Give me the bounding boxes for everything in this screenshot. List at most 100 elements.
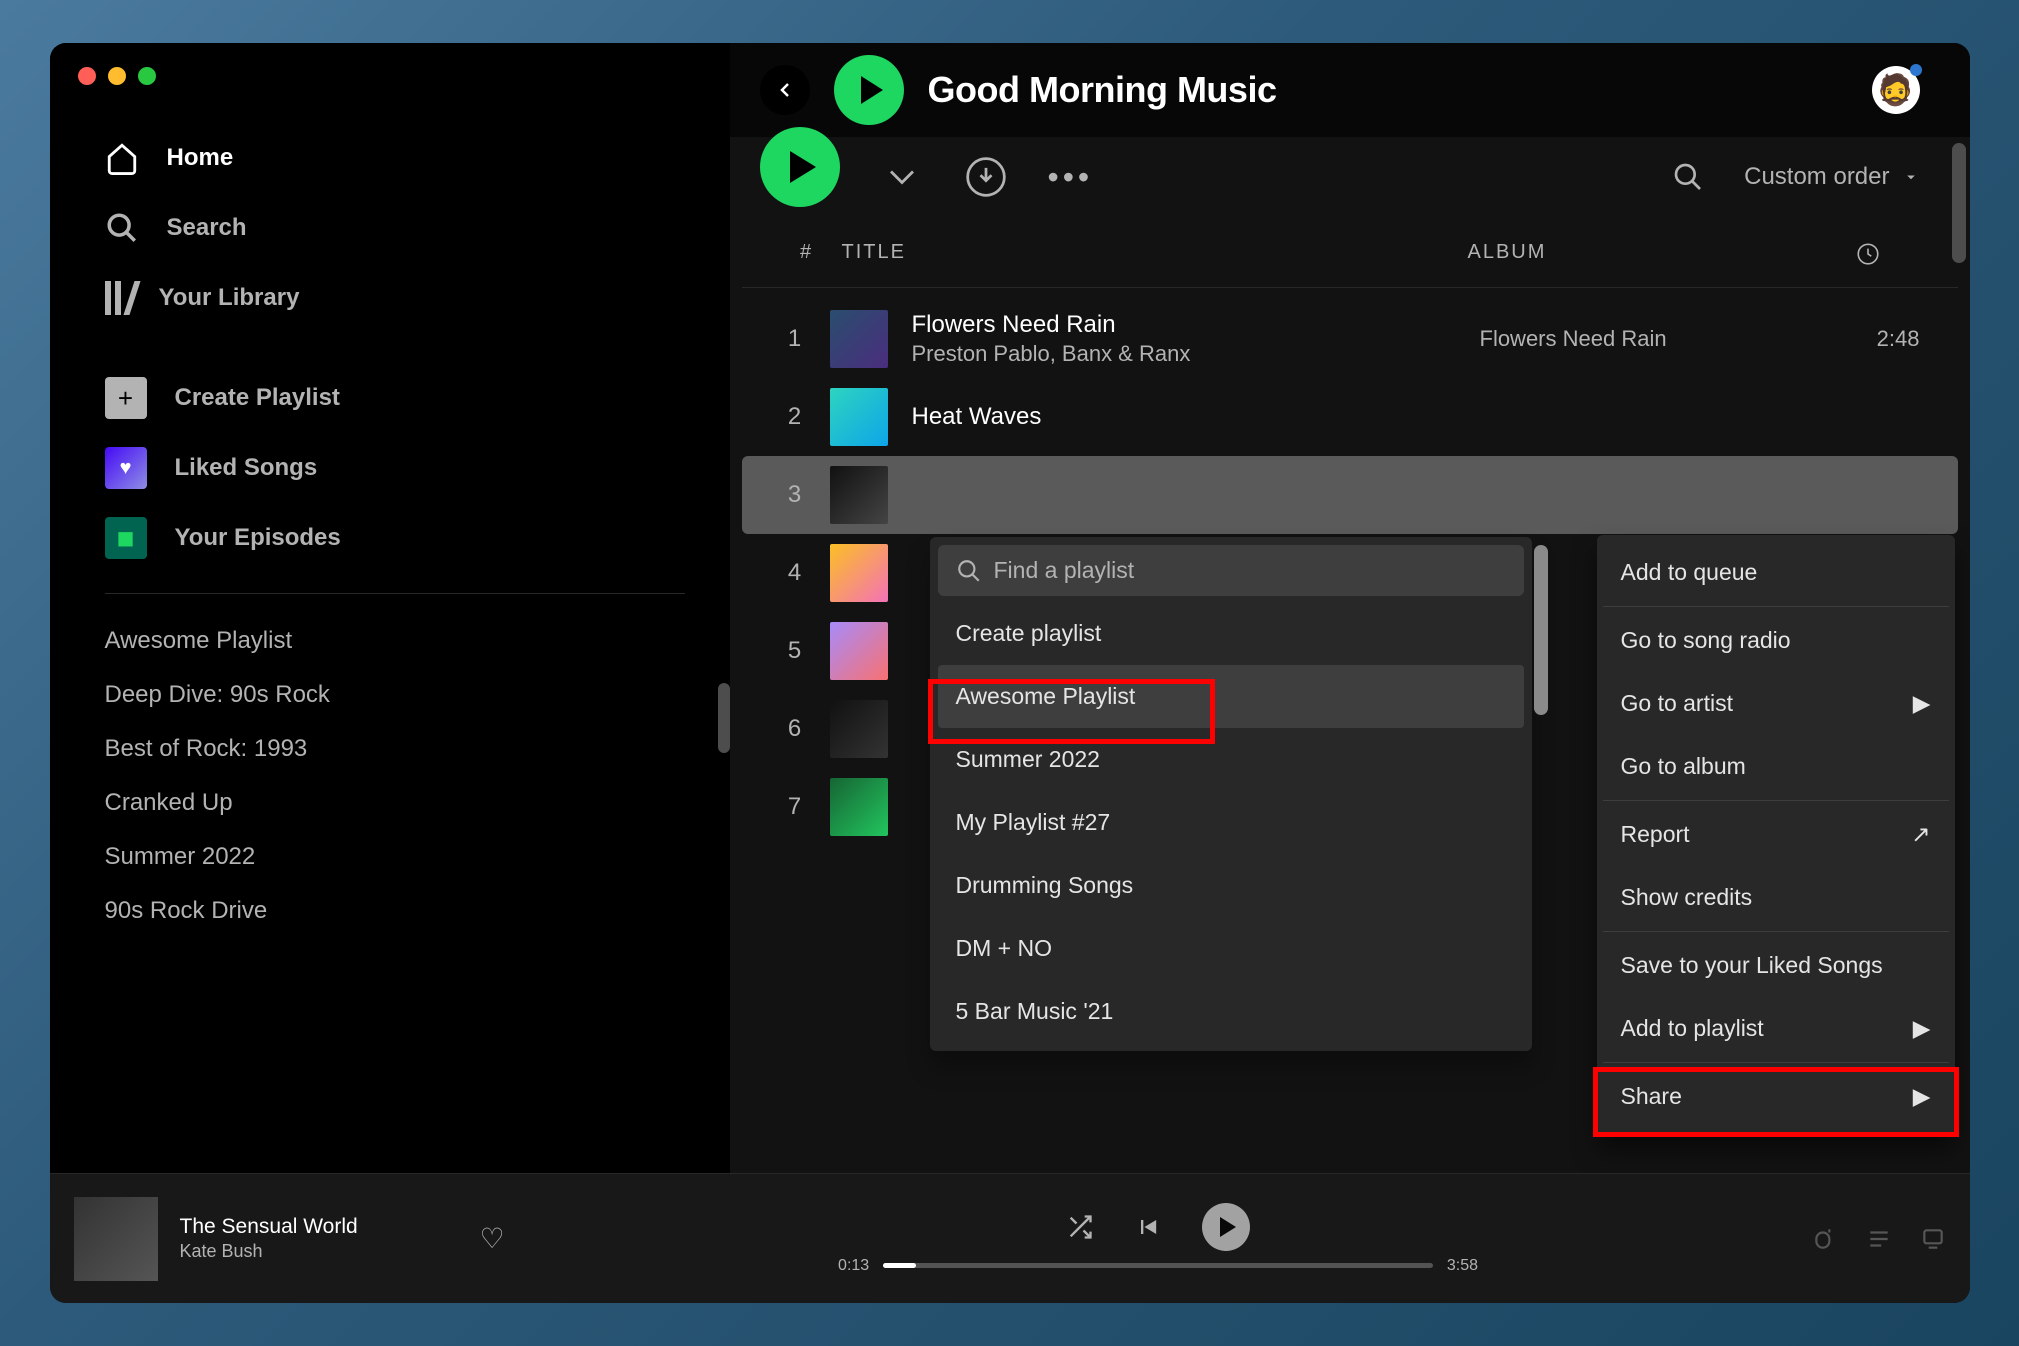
progress-track[interactable] <box>883 1263 1433 1268</box>
chevron-down-icon[interactable] <box>880 155 924 199</box>
track-number: 6 <box>760 715 830 743</box>
submenu-playlist-item[interactable]: Awesome Playlist <box>938 665 1524 728</box>
playlist-list: Awesome Playlist Deep Dive: 90s Rock Bes… <box>105 614 690 938</box>
search-icon[interactable] <box>1672 161 1704 193</box>
now-playing-title[interactable]: The Sensual World <box>180 1215 460 1239</box>
col-number: # <box>772 241 842 273</box>
submenu-scrollbar[interactable] <box>1534 545 1548 715</box>
divider <box>1603 800 1949 801</box>
play-pause-button[interactable] <box>1202 1203 1250 1251</box>
track-title: Heat Waves <box>912 403 1480 431</box>
like-button[interactable]: ♡ <box>480 1222 505 1255</box>
connect-device-icon[interactable] <box>1920 1226 1946 1252</box>
playlist-item[interactable]: Cranked Up <box>105 776 690 830</box>
header: Good Morning Music 🧔 <box>730 43 1970 137</box>
divider <box>1603 1062 1949 1063</box>
back-button[interactable] <box>760 65 810 115</box>
track-row[interactable]: 2 Heat Waves <box>742 378 1958 456</box>
now-playing-artist[interactable]: Kate Bush <box>180 1241 460 1262</box>
lyrics-icon[interactable] <box>1812 1226 1838 1252</box>
ctx-go-to-album[interactable]: Go to album <box>1603 735 1949 798</box>
ctx-add-to-queue[interactable]: Add to queue <box>1603 541 1949 604</box>
ctx-song-radio[interactable]: Go to song radio <box>1603 609 1949 672</box>
submenu-playlist-item[interactable]: Drumming Songs <box>938 854 1524 917</box>
ctx-report[interactable]: Report↗ <box>1603 803 1949 866</box>
context-menu: Add to queue Go to song radio Go to arti… <box>1597 535 1955 1134</box>
divider <box>1603 606 1949 607</box>
ctx-go-to-artist[interactable]: Go to artist▶ <box>1603 672 1949 735</box>
playlist-item[interactable]: Summer 2022 <box>105 830 690 884</box>
shuffle-icon[interactable] <box>1066 1213 1094 1241</box>
track-number: 1 <box>760 325 830 353</box>
external-link-icon: ↗ <box>1911 821 1930 848</box>
track-number: 3 <box>760 481 830 509</box>
maximize-window-button[interactable] <box>138 67 156 85</box>
clock-icon <box>1855 241 1881 267</box>
main-scrollbar[interactable] <box>1952 143 1966 263</box>
track-duration: 2:48 <box>1840 326 1920 352</box>
playlist-item[interactable]: Deep Dive: 90s Rock <box>105 668 690 722</box>
track-number: 5 <box>760 637 830 665</box>
previous-icon[interactable] <box>1134 1213 1162 1241</box>
library-icon <box>105 281 131 315</box>
sort-dropdown[interactable]: Custom order <box>1744 163 1919 191</box>
add-to-playlist-submenu: Create playlist Awesome Playlist Summer … <box>930 537 1532 1051</box>
caret-down-icon <box>1902 168 1920 186</box>
close-window-button[interactable] <box>78 67 96 85</box>
track-cover <box>830 310 888 368</box>
page-title: Good Morning Music <box>928 69 1277 111</box>
ctx-show-credits[interactable]: Show credits <box>1603 866 1949 929</box>
track-cover <box>830 466 888 524</box>
nav-search[interactable]: Search <box>105 193 690 263</box>
elapsed-time: 0:13 <box>838 1257 869 1275</box>
submenu-playlist-item[interactable]: My Playlist #27 <box>938 791 1524 854</box>
progress-bar[interactable]: 0:13 3:58 <box>838 1257 1478 1275</box>
window-controls <box>78 67 156 85</box>
submenu-playlist-item[interactable]: Summer 2022 <box>938 728 1524 791</box>
download-icon[interactable] <box>964 155 1008 199</box>
track-cover <box>830 700 888 758</box>
liked-songs-button[interactable]: ♥ Liked Songs <box>105 433 690 503</box>
user-avatar[interactable]: 🧔 <box>1872 66 1920 114</box>
header-play-button[interactable] <box>834 55 904 125</box>
divider <box>105 593 685 594</box>
search-icon <box>105 211 139 245</box>
track-cover <box>830 388 888 446</box>
minimize-window-button[interactable] <box>108 67 126 85</box>
play-button[interactable] <box>760 127 840 207</box>
playlist-item[interactable]: Best of Rock: 1993 <box>105 722 690 776</box>
more-options-button[interactable]: ••• <box>1048 159 1094 196</box>
create-playlist-button[interactable]: + Create Playlist <box>105 363 690 433</box>
nav-library[interactable]: Your Library <box>105 263 690 333</box>
track-row[interactable]: 3 <box>742 456 1958 534</box>
now-playing-cover[interactable] <box>74 1197 158 1281</box>
track-row[interactable]: 1 Flowers Need Rain Preston Pablo, Banx … <box>742 300 1958 378</box>
track-number: 4 <box>760 559 830 587</box>
playlist-search[interactable] <box>938 545 1524 596</box>
submenu-create-playlist[interactable]: Create playlist <box>938 602 1524 665</box>
ctx-share[interactable]: Share▶ <box>1603 1065 1949 1128</box>
progress-fill <box>883 1263 916 1268</box>
playlist-search-input[interactable] <box>994 557 1506 584</box>
track-cover <box>830 622 888 680</box>
submenu-playlist-item[interactable]: 5 Bar Music '21 <box>938 980 1524 1043</box>
track-artist: Preston Pablo, Banx & Ranx <box>912 341 1480 367</box>
now-playing-bar: The Sensual World Kate Bush ♡ 0:13 3:58 <box>50 1173 1970 1303</box>
ctx-add-to-playlist[interactable]: Add to playlist▶ <box>1603 997 1949 1060</box>
divider <box>1603 931 1949 932</box>
submenu-playlist-item[interactable]: DM + NO <box>938 917 1524 980</box>
playlist-item[interactable]: Awesome Playlist <box>105 614 690 668</box>
sidebar: Home Search Your Library + Create Playli… <box>50 43 730 1173</box>
your-episodes-label: Your Episodes <box>175 524 341 552</box>
plus-icon: + <box>105 377 147 419</box>
queue-icon[interactable] <box>1866 1226 1892 1252</box>
playlist-item[interactable]: 90s Rock Drive <box>105 884 690 938</box>
sidebar-scrollbar[interactable] <box>718 683 730 753</box>
your-episodes-button[interactable]: ◼ Your Episodes <box>105 503 690 573</box>
nav-home[interactable]: Home <box>105 123 690 193</box>
create-playlist-label: Create Playlist <box>175 384 340 412</box>
col-title: TITLE <box>842 241 1468 273</box>
track-title: Flowers Need Rain <box>912 311 1480 339</box>
ctx-save-liked[interactable]: Save to your Liked Songs <box>1603 934 1949 997</box>
playlist-controls: ••• Custom order <box>730 137 1970 217</box>
